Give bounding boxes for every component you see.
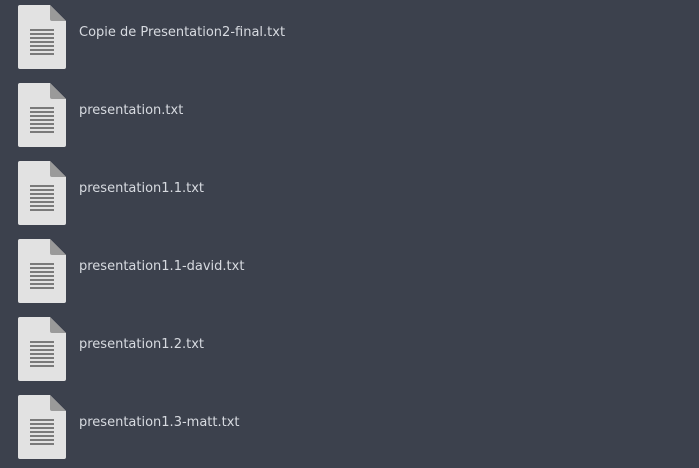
file-item[interactable]: presentation.txt: [0, 78, 699, 156]
text-file-icon: [18, 83, 66, 147]
file-list: Copie de Presentation2-final.txt present…: [0, 0, 699, 465]
text-file-icon: [18, 395, 66, 459]
file-name: Copie de Presentation2-final.txt: [79, 25, 286, 40]
file-item[interactable]: presentation1.1-david.txt: [0, 234, 699, 312]
file-name: presentation1.2.txt: [79, 337, 204, 352]
file-item[interactable]: presentation1.3-matt.txt: [0, 390, 699, 468]
file-item[interactable]: Copie de Presentation2-final.txt: [0, 0, 699, 78]
file-item[interactable]: presentation1.2.txt: [0, 312, 699, 390]
file-name: presentation1.1-david.txt: [79, 259, 245, 274]
text-file-icon: [18, 317, 66, 381]
text-file-icon: [18, 161, 66, 225]
file-name: presentation.txt: [79, 103, 184, 118]
text-file-icon: [18, 5, 66, 69]
text-file-icon: [18, 239, 66, 303]
file-item[interactable]: presentation1.1.txt: [0, 156, 699, 234]
file-name: presentation1.3-matt.txt: [79, 415, 240, 430]
file-name: presentation1.1.txt: [79, 181, 204, 196]
